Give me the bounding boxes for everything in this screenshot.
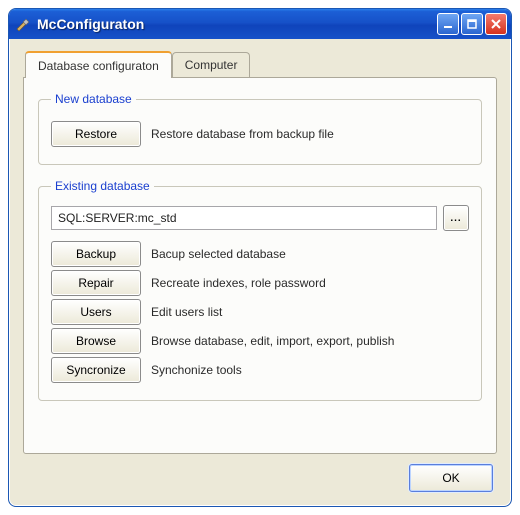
restore-button[interactable]: Restore [51, 121, 141, 147]
repair-row: Repair Recreate indexes, role password [51, 270, 469, 296]
tab-strip: Database configuraton Computer [23, 51, 497, 77]
backup-row: Backup Bacup selected database [51, 241, 469, 267]
group-existing-database: Existing database ... Backup Bacup selec… [38, 179, 482, 401]
window-buttons [437, 13, 507, 35]
browse-connection-button[interactable]: ... [443, 205, 469, 231]
syncronize-row: Syncronize Synchonize tools [51, 357, 469, 383]
tab-computer[interactable]: Computer [172, 52, 251, 77]
tab-panel-database: New database Restore Restore database fr… [23, 77, 497, 454]
dialog-footer: OK [23, 454, 497, 496]
backup-description: Bacup selected database [151, 247, 286, 261]
minimize-button[interactable] [437, 13, 459, 35]
maximize-button[interactable] [461, 13, 483, 35]
backup-button[interactable]: Backup [51, 241, 141, 267]
tab-database-configuration[interactable]: Database configuraton [25, 51, 172, 78]
browse-button[interactable]: Browse [51, 328, 141, 354]
tab-label: Database configuraton [38, 59, 159, 73]
users-description: Edit users list [151, 305, 222, 319]
syncronize-button[interactable]: Syncronize [51, 357, 141, 383]
window-title: McConfiguraton [37, 16, 437, 32]
repair-description: Recreate indexes, role password [151, 276, 326, 290]
ok-button[interactable]: OK [409, 464, 493, 492]
group-legend: New database [51, 92, 136, 106]
group-new-database: New database Restore Restore database fr… [38, 92, 482, 165]
users-row: Users Edit users list [51, 299, 469, 325]
browse-row: Browse Browse database, edit, import, ex… [51, 328, 469, 354]
restore-row: Restore Restore database from backup fil… [51, 121, 469, 147]
repair-button[interactable]: Repair [51, 270, 141, 296]
tab-label: Computer [185, 58, 238, 72]
syncronize-description: Synchonize tools [151, 363, 242, 377]
browse-description: Browse database, edit, import, export, p… [151, 334, 394, 348]
app-window: McConfiguraton Database configuraton Com… [8, 8, 512, 507]
client-area: Database configuraton Computer New datab… [9, 39, 511, 506]
app-icon [15, 16, 31, 32]
users-button[interactable]: Users [51, 299, 141, 325]
group-legend: Existing database [51, 179, 154, 193]
connection-row: ... [51, 205, 469, 231]
connection-string-input[interactable] [51, 206, 437, 230]
close-button[interactable] [485, 13, 507, 35]
title-bar: McConfiguraton [9, 9, 511, 39]
restore-description: Restore database from backup file [151, 127, 334, 141]
